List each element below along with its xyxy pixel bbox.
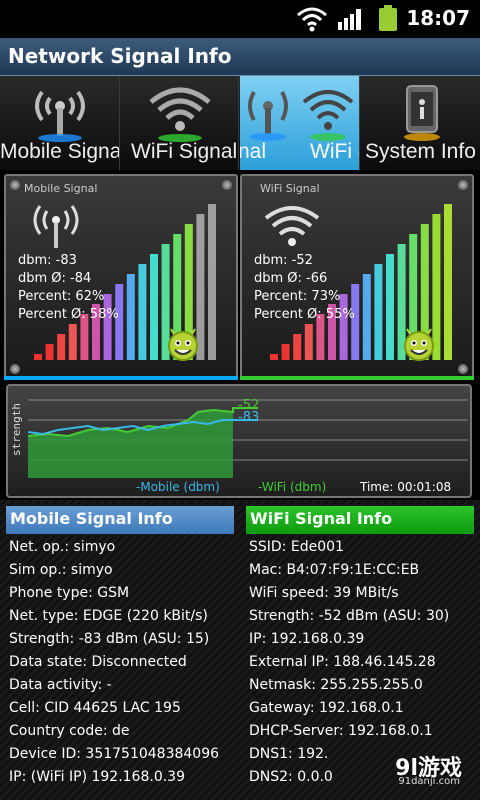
signal-bar	[34, 354, 42, 360]
tab-label: Mobile Signa	[0, 140, 120, 163]
wifi-icon	[302, 90, 354, 141]
mobile-info-heading: Mobile Signal Info	[6, 506, 234, 534]
info-item: IP: (WiFi IP) 192.168.0.39	[9, 769, 185, 785]
signal-bar	[304, 324, 313, 360]
battery-icon	[379, 5, 397, 31]
info-item: Cell: CID 44625 LAC 195	[9, 700, 181, 716]
tab-label: WiFi &	[310, 140, 359, 163]
antenna-icon	[33, 205, 79, 248]
wifi-info-heading: WiFi Signal Info	[246, 506, 474, 534]
tab-label: nal	[240, 140, 267, 163]
tab-wifi-signal[interactable]: WiFi Signal	[121, 76, 239, 170]
info-item: Gateway: 192.168.0.1	[249, 700, 404, 716]
tab-label: WiFi Signal	[131, 140, 238, 163]
legend-wifi: -WiFi (dbm)	[258, 480, 327, 494]
stat-dbm-avg: dbm Ø: -84	[18, 271, 92, 286]
info-item: Net. type: EDGE (220 kBit/s)	[9, 608, 208, 624]
android-smiley-icon	[404, 328, 434, 361]
signal-bar	[126, 274, 135, 360]
phone-info-icon	[404, 85, 440, 141]
info-item: Phone type: GSM	[9, 585, 130, 601]
signal-bar	[374, 264, 383, 360]
tab-wifi-and-mobile[interactable]: nal WiFi &	[240, 76, 360, 170]
stat-dbm-avg: dbm Ø: -66	[254, 271, 328, 286]
wifi-panel-accent	[240, 376, 474, 380]
status-bar: 18:07	[0, 0, 480, 38]
info-item: Strength: -83 dBm (ASU: 15)	[9, 631, 210, 647]
signal-bar	[138, 264, 147, 360]
graph-time: Time: 00:01:08	[360, 480, 452, 494]
stat-dbm: dbm: -83	[18, 253, 77, 268]
app-title: Network Signal Info	[8, 44, 232, 68]
signal-bar	[150, 254, 158, 360]
info-item: External IP: 188.46.145.28	[249, 654, 436, 670]
mobile-info-list: Net. op.: simyo Sim op.: simyo Phone type:…	[9, 536, 241, 789]
graph-y-label: strength	[10, 403, 23, 456]
app-title-bar: Network Signal Info	[0, 38, 480, 76]
legend-mobile: -Mobile (dbm)	[136, 480, 220, 494]
mobile-stats: dbm: -83 dbm Ø: -84 Percent: 62% Percent…	[18, 252, 119, 324]
tab-mobile-signal[interactable]: Mobile Signa	[0, 76, 120, 170]
signal-bar	[281, 344, 290, 360]
info-item: WiFi speed: 39 MBit/s	[249, 585, 399, 601]
info-item: Net. op.: simyo	[9, 539, 116, 555]
info-item: Device ID: 351751048384096	[9, 746, 220, 762]
tab-bar: Mobile Signa WiFi Signal nal WiFi &	[0, 76, 480, 170]
signal-bar	[208, 204, 216, 360]
stat-percent: Percent: 73%	[254, 289, 341, 304]
tab-label: System Info	[365, 140, 476, 163]
info-item: IP: 192.168.0.39	[249, 631, 365, 647]
watermark-logo: 9l游戏 91danji.com	[366, 748, 476, 796]
strength-graph: -52 -83 strength -Mobile (dbm) -WiFi (db…	[6, 384, 472, 498]
wifi-stats: dbm: -52 dbm Ø: -66 Percent: 73% Percent…	[254, 252, 355, 324]
signal-bar	[444, 204, 452, 360]
signal-bar	[57, 334, 66, 360]
stat-percent-avg: Percent Ø: 55%	[254, 307, 355, 322]
wifi-signal-panel: WiFi Signal dbm: -52 dbm Ø: -66 Percent:…	[240, 174, 474, 380]
signal-bar	[45, 344, 54, 360]
signal-bar	[362, 274, 371, 360]
antenna-icon	[35, 90, 85, 142]
status-clock: 18:07	[406, 6, 470, 30]
watermark-url: 91danji.com	[398, 776, 460, 787]
info-item: Data activity: -	[9, 677, 112, 693]
wifi-icon	[149, 87, 211, 142]
info-item: Sim op.: simyo	[9, 562, 113, 578]
info-item: Strength: -52 dBm (ASU: 30)	[249, 608, 450, 624]
mobile-latest-value: -83	[238, 410, 260, 425]
signal-panels: Mobile Signal dbm: -83 dbm Ø: -84 Percen…	[4, 174, 476, 380]
android-smiley-icon	[168, 328, 198, 361]
wifi-icon	[264, 206, 320, 246]
tab-system-info[interactable]: System Info	[361, 76, 480, 170]
info-item: Country code: de	[9, 723, 130, 739]
info-item: Netmask: 255.255.255.0	[249, 677, 423, 693]
stat-percent-avg: Percent Ø: 58%	[18, 307, 119, 322]
info-item: DHCP-Server: 192.168.0.1	[249, 723, 433, 739]
info-item: Mac: B4:07:F9:1E:CC:EB	[249, 562, 420, 578]
signal-bar	[68, 324, 77, 360]
wifi-status-icon	[297, 7, 327, 32]
info-item: Data state: Disconnected	[9, 654, 187, 670]
signal-bar	[386, 254, 394, 360]
stat-percent: Percent: 62%	[18, 289, 105, 304]
antenna-icon	[248, 91, 288, 141]
info-item: SSID: Ede001	[249, 539, 344, 555]
signal-bar	[270, 354, 278, 360]
cell-signal-icon	[338, 9, 361, 30]
mobile-signal-panel: Mobile Signal dbm: -83 dbm Ø: -84 Percen…	[4, 174, 238, 380]
stat-dbm: dbm: -52	[254, 253, 313, 268]
signal-bar	[293, 334, 302, 360]
mobile-panel-accent	[4, 376, 238, 380]
